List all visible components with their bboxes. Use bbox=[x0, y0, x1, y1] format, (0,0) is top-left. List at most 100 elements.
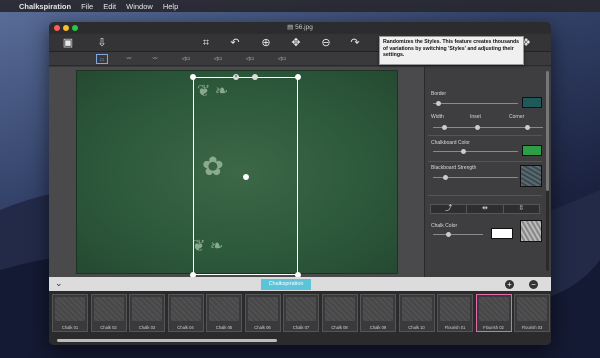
minimize-window-button[interactable] bbox=[63, 25, 69, 31]
redo-icon[interactable]: ↷ bbox=[348, 36, 362, 50]
width-label: Width bbox=[431, 114, 444, 120]
blackboard-strength-label: Blackboard Strength bbox=[431, 165, 477, 171]
chalk-color-label: Chalk Color bbox=[431, 223, 458, 229]
divider bbox=[428, 135, 542, 136]
thumbnail-preview bbox=[517, 297, 547, 321]
divider bbox=[428, 195, 542, 196]
undo-icon[interactable]: ↶ bbox=[228, 36, 242, 50]
chalk-color-swatch[interactable] bbox=[491, 228, 513, 239]
style-thumbnail[interactable]: Chalk 08 bbox=[321, 294, 358, 332]
thumbnail-preview bbox=[440, 297, 470, 321]
title-bar: ▤ 56.jpg bbox=[49, 22, 551, 34]
style-thumbnail[interactable]: Flourish 03 bbox=[514, 294, 550, 332]
close-window-button[interactable] bbox=[54, 25, 60, 31]
blackboard-texture-swatch[interactable] bbox=[520, 165, 542, 187]
tab-chalkspiration[interactable]: Chalkspiration bbox=[261, 279, 311, 290]
style-thumbnail[interactable]: Chalk 09 bbox=[360, 294, 396, 332]
zoom-in-icon[interactable]: ⊕ bbox=[259, 36, 273, 50]
chalk-color-slider[interactable] bbox=[433, 232, 483, 237]
thumbnail-label: Chalk 03 bbox=[138, 325, 156, 330]
window-title: 56.jpg bbox=[295, 24, 313, 31]
thumbnail-label: Flourish 03 bbox=[521, 325, 543, 330]
banner-shape-1-button[interactable]: 〰 bbox=[119, 54, 139, 64]
flip-horizontal-icon[interactable]: ⇹ bbox=[467, 205, 504, 213]
thumbnail-preview bbox=[286, 297, 316, 321]
style-thumbnail[interactable]: Chalk 05 bbox=[206, 294, 242, 332]
chalk-texture-swatch[interactable] bbox=[520, 220, 542, 242]
canvas-area: ❦ ❧ ✿ ❦ ❧ × bbox=[49, 67, 424, 278]
thumbnail-preview bbox=[478, 297, 509, 321]
border-color-swatch[interactable] bbox=[522, 97, 542, 108]
center-handle[interactable] bbox=[243, 174, 249, 180]
collapse-chevron-icon[interactable]: ⌄ bbox=[55, 278, 63, 289]
thumbnail-preview bbox=[170, 297, 201, 321]
blackboard-strength-slider[interactable] bbox=[433, 175, 518, 180]
tag-shape-2-button[interactable]: ◁▭ bbox=[207, 54, 229, 64]
thumbnail-preview bbox=[401, 297, 432, 321]
thumbnail-preview bbox=[55, 297, 85, 321]
menu-window[interactable]: Window bbox=[126, 2, 153, 11]
remove-style-button[interactable]: − bbox=[529, 280, 538, 289]
style-thumbnail[interactable]: Chalk 01 bbox=[52, 294, 88, 332]
menu-file[interactable]: File bbox=[81, 2, 93, 11]
menu-edit[interactable]: Edit bbox=[103, 2, 116, 11]
thumbnail-label: Chalk 04 bbox=[177, 325, 194, 330]
zoom-out-icon[interactable]: ⊖ bbox=[319, 36, 333, 50]
add-style-button[interactable]: + bbox=[505, 280, 514, 289]
resize-handle-tr[interactable] bbox=[295, 74, 301, 80]
thumbnail-label: Flourish 02 bbox=[483, 325, 504, 330]
duplicate-element-icon[interactable] bbox=[252, 74, 258, 80]
banner-shape-2-button[interactable]: 〰 bbox=[145, 54, 165, 64]
style-thumbnail[interactable]: Chalk 06 bbox=[244, 294, 281, 332]
inset-knob[interactable] bbox=[475, 125, 480, 130]
border-label: Border bbox=[431, 91, 447, 97]
style-thumbnail[interactable]: Chalk 10 bbox=[398, 294, 435, 332]
menu-help[interactable]: Help bbox=[163, 2, 178, 11]
move-icon[interactable]: ✥ bbox=[289, 36, 303, 50]
width-knob[interactable] bbox=[442, 125, 447, 130]
panel-scrollbar[interactable] bbox=[546, 71, 549, 271]
style-thumbnail[interactable]: Flourish 01 bbox=[437, 294, 473, 332]
background-icon[interactable]: ▣ bbox=[61, 36, 75, 50]
selection-frame[interactable]: × bbox=[190, 74, 301, 278]
chalkboard-color-slider[interactable] bbox=[433, 149, 518, 154]
thumbnail-scrollbar[interactable] bbox=[57, 339, 277, 342]
rotate-icon[interactable]: ⤴ bbox=[431, 205, 468, 213]
inset-label: Inset bbox=[470, 114, 481, 120]
traffic-lights bbox=[54, 25, 78, 31]
properties-panel: Border Width Inset Corner Chalkboard Col… bbox=[424, 67, 551, 277]
thumbnail-preview bbox=[93, 297, 124, 321]
border-slider[interactable] bbox=[433, 101, 518, 106]
randomize-tooltip: Randomizes the Styles. This feature crea… bbox=[379, 36, 524, 65]
flip-vertical-icon[interactable]: ⇳ bbox=[504, 205, 539, 213]
thumbnail-label: Chalk 10 bbox=[408, 325, 425, 330]
zoom-window-button[interactable] bbox=[72, 25, 78, 31]
thumbnail-label: Chalk 06 bbox=[254, 325, 271, 330]
style-thumbnail[interactable]: Chalk 02 bbox=[90, 294, 127, 332]
thumbnail-preview bbox=[209, 297, 239, 321]
menu-app-name[interactable]: Chalkspiration bbox=[19, 2, 71, 11]
tag-shape-1-button[interactable]: ◁▭ bbox=[175, 54, 197, 64]
thumbnail-preview bbox=[247, 297, 278, 321]
corner-label: Corner bbox=[509, 114, 525, 120]
thumbnail-label: Chalk 09 bbox=[369, 325, 387, 330]
thumbnail-preview bbox=[132, 297, 162, 321]
thumbnail-label: Chalk 07 bbox=[292, 325, 310, 330]
style-thumbnail[interactable]: Chalk 04 bbox=[167, 294, 204, 332]
file-icon: ▤ bbox=[287, 24, 296, 31]
tag-shape-3-button[interactable]: ◁▭ bbox=[239, 54, 261, 64]
style-thumbnail[interactable]: Chalk 03 bbox=[129, 294, 165, 332]
resize-handle-tl[interactable] bbox=[190, 74, 196, 80]
delete-element-icon[interactable]: × bbox=[233, 74, 239, 80]
corner-knob[interactable] bbox=[524, 125, 530, 130]
import-icon[interactable]: ⇩ bbox=[95, 36, 109, 50]
tag-shape-4-button[interactable]: ◁▭ bbox=[271, 54, 293, 64]
rectangle-shape-button[interactable]: ▭ bbox=[96, 54, 108, 64]
style-thumbnail[interactable]: Flourish 02 bbox=[475, 294, 512, 332]
width-inset-corner-slider[interactable] bbox=[433, 125, 543, 130]
app-window: ▤ 56.jpg ▣ ⇩ ⌗ ↶ ⊕ ✥ ⊖ ↷ ▩ ◔ ✲ ❖ Randomi… bbox=[49, 22, 551, 345]
crop-icon[interactable]: ⌗ bbox=[199, 36, 213, 50]
style-thumbnail[interactable]: Chalk 07 bbox=[283, 294, 319, 332]
style-thumbnail-strip: Flourish 03 Flourish 02 Flourish 01 Chalk 1… bbox=[49, 291, 551, 345]
chalkboard-color-swatch[interactable] bbox=[522, 145, 542, 156]
